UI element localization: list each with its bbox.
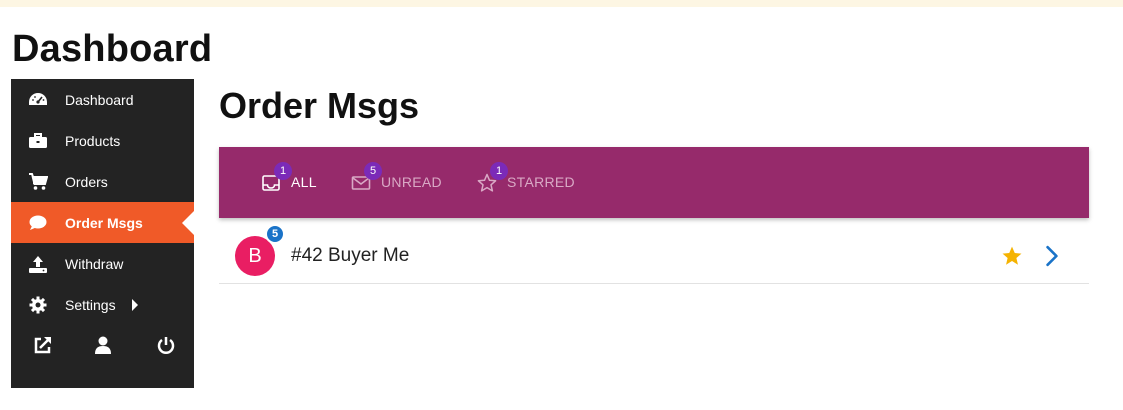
sidebar-item-label: Order Msgs bbox=[65, 214, 143, 231]
tab-label: UNREAD bbox=[381, 174, 442, 190]
sidebar-item-label: Dashboard bbox=[65, 91, 134, 108]
shopping-cart-icon bbox=[28, 172, 48, 192]
tab-label: STARRED bbox=[507, 174, 575, 190]
sidebar-item-label: Withdraw bbox=[65, 255, 124, 272]
star-icon[interactable] bbox=[1001, 245, 1023, 267]
power-icon[interactable] bbox=[156, 335, 176, 355]
gear-icon bbox=[28, 295, 48, 315]
speedometer-icon bbox=[28, 90, 48, 110]
sidebar-item-settings[interactable]: Settings bbox=[11, 284, 194, 325]
tab-badge: 1 bbox=[274, 162, 292, 180]
upload-icon bbox=[28, 254, 48, 274]
unread-count-badge: 5 bbox=[265, 224, 285, 244]
tab-label: ALL bbox=[291, 174, 317, 190]
briefcase-icon bbox=[28, 131, 48, 151]
sidebar-item-label: Orders bbox=[65, 173, 108, 190]
sidebar-bottom-actions bbox=[11, 325, 194, 365]
tab-starred[interactable]: 1 STARRED bbox=[475, 147, 585, 218]
tab-badge: 5 bbox=[364, 162, 382, 180]
message-tabs: 1 ALL 5 UNREAD 1 STARRED bbox=[219, 147, 1089, 218]
tab-badge: 1 bbox=[490, 162, 508, 180]
message-title: #42 Buyer Me bbox=[291, 245, 410, 266]
page-title: Dashboard bbox=[12, 28, 213, 70]
sidebar-item-withdraw[interactable]: Withdraw bbox=[11, 243, 194, 284]
external-link-icon[interactable] bbox=[33, 335, 53, 355]
section-title: Order Msgs bbox=[219, 85, 420, 126]
sidebar-item-dashboard[interactable]: Dashboard bbox=[11, 79, 194, 120]
sidebar-item-label: Products bbox=[65, 132, 121, 149]
user-icon[interactable] bbox=[93, 335, 113, 355]
message-list-item[interactable]: B 5 #42 Buyer Me bbox=[219, 224, 1089, 284]
sidebar-item-label: Settings bbox=[65, 296, 116, 313]
top-notice-strip bbox=[0, 0, 1123, 7]
chevron-right-icon[interactable] bbox=[1041, 245, 1063, 267]
sidebar-item-orders[interactable]: Orders bbox=[11, 161, 194, 202]
sidebar-item-order-msgs[interactable]: Order Msgs bbox=[11, 202, 194, 243]
tab-unread[interactable]: 5 UNREAD bbox=[349, 147, 449, 218]
tab-all[interactable]: 1 ALL bbox=[259, 147, 339, 218]
submenu-caret-icon bbox=[132, 298, 138, 311]
sidebar: Dashboard Products Orders Order Msgs Wit… bbox=[11, 79, 194, 388]
sidebar-item-products[interactable]: Products bbox=[11, 120, 194, 161]
chat-bubble-icon bbox=[28, 213, 48, 233]
